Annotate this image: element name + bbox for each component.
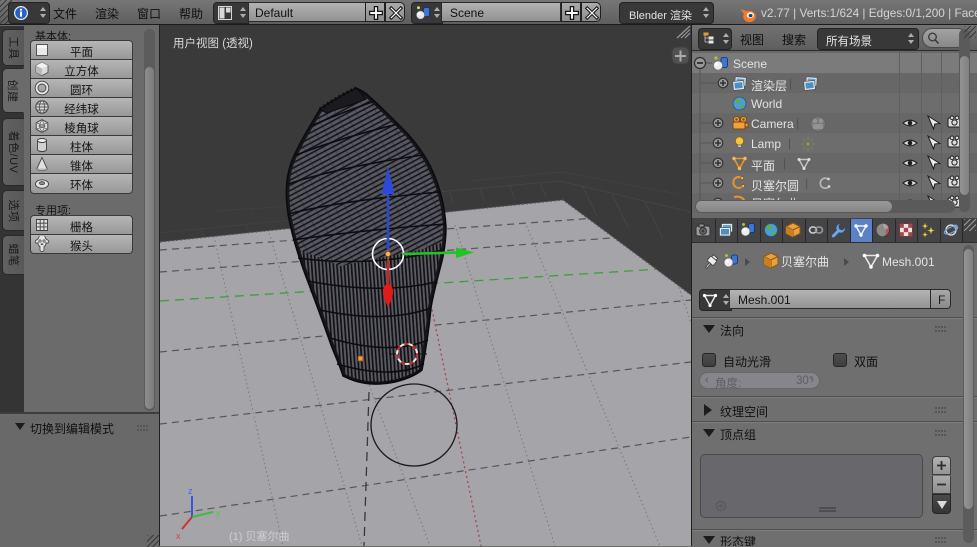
svg-text:Mesh.001: Mesh.001 xyxy=(882,255,935,269)
svg-text:y: y xyxy=(216,508,221,518)
svg-text:z: z xyxy=(188,486,193,496)
svg-text:贝塞尔曲: 贝塞尔曲 xyxy=(781,254,829,269)
svg-text:(1) 贝塞尔曲: (1) 贝塞尔曲 xyxy=(229,529,290,543)
svg-text:用户视图 (透视): 用户视图 (透视) xyxy=(173,36,253,50)
svg-text:x: x xyxy=(176,531,181,541)
